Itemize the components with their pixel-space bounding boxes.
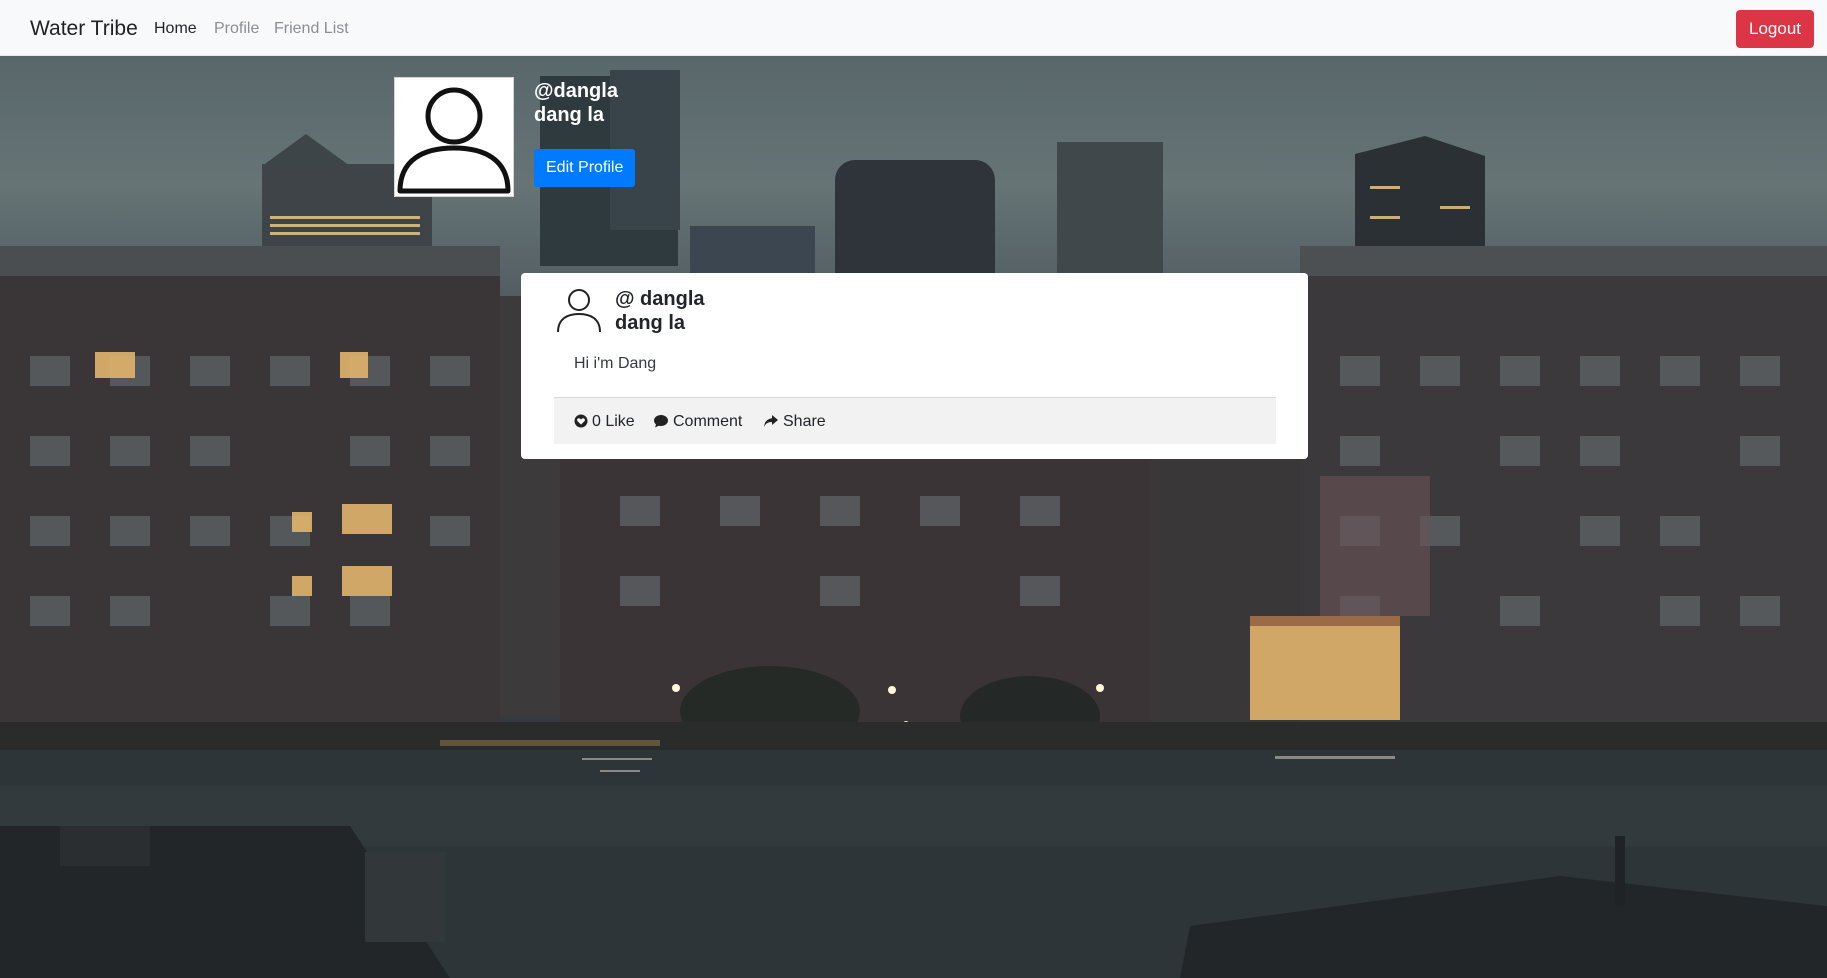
comment-button[interactable]: Comment (653, 412, 742, 432)
share-label: Share (783, 413, 826, 430)
profile-name: dang la (534, 104, 605, 126)
profile-handle: @dangla (534, 80, 618, 102)
post-avatar (556, 286, 602, 339)
comment-label: Comment (673, 413, 743, 430)
logout-button[interactable]: Logout (1736, 10, 1814, 48)
post-author-name: dang la (615, 312, 686, 334)
like-count-label: 0 Like (592, 413, 635, 430)
user-silhouette-icon (397, 87, 511, 194)
post-author-handle: @ dangla (615, 288, 705, 310)
post-actions-bar: 0 Like Comment Share (554, 397, 1276, 444)
comment-icon (654, 415, 668, 428)
top-navbar: Water Tribe Home Profile Friend List Log… (0, 0, 1827, 56)
nav-home[interactable]: Home (154, 19, 197, 39)
nav-friend-list[interactable]: Friend List (274, 19, 349, 39)
like-button[interactable]: 0 Like (574, 412, 635, 432)
profile-avatar (394, 77, 514, 197)
post-content: Hi i'm Dang (574, 355, 657, 372)
nav-profile[interactable]: Profile (214, 19, 259, 39)
background-cityscape-image (0, 56, 1827, 978)
brand-logo[interactable]: Water Tribe (30, 17, 138, 41)
edit-profile-button[interactable]: Edit Profile (534, 149, 636, 187)
share-button[interactable]: Share (763, 412, 826, 432)
heart-circle-icon (574, 414, 588, 428)
cityscape-illustration (0, 70, 1827, 978)
user-silhouette-icon (557, 289, 601, 333)
share-arrow-icon (764, 415, 778, 427)
post-card: @ dangla dang la Hi i'm Dang 0 Like Comm… (521, 273, 1308, 459)
